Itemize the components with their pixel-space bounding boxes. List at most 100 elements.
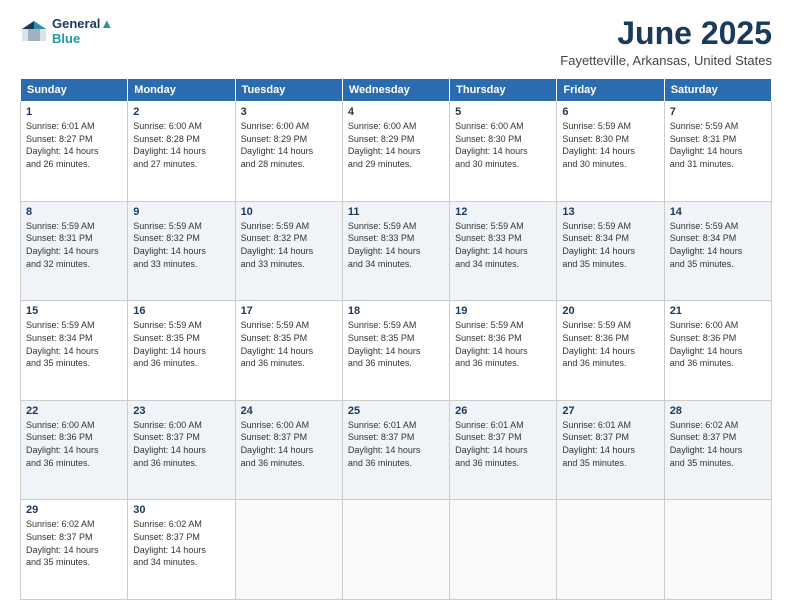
- day-info: Sunrise: 5:59 AM Sunset: 8:36 PM Dayligh…: [562, 319, 658, 369]
- calendar-cell: 21 Sunrise: 6:00 AM Sunset: 8:36 PM Dayli…: [664, 301, 771, 401]
- day-header-wednesday: Wednesday: [342, 79, 449, 102]
- calendar-cell: 13Sunrise: 5:59 AM Sunset: 8:34 PM Dayli…: [557, 201, 664, 301]
- day-number: 6: [562, 106, 658, 118]
- day-info: Sunrise: 6:00 AM Sunset: 8:29 PM Dayligh…: [348, 120, 444, 170]
- calendar-week-row: 15 Sunrise: 5:59 AM Sunset: 8:34 PM Dayli…: [21, 301, 772, 401]
- calendar-cell: 6Sunrise: 5:59 AM Sunset: 8:30 PM Daylig…: [557, 102, 664, 202]
- day-header-friday: Friday: [557, 79, 664, 102]
- day-info: Sunrise: 5:59 AM Sunset: 8:32 PM Dayligh…: [133, 220, 229, 270]
- calendar-cell: 17 Sunrise: 5:59 AM Sunset: 8:35 PM Dayli…: [235, 301, 342, 401]
- day-info: Sunrise: 6:00 AM Sunset: 8:37 PM Dayligh…: [133, 419, 229, 469]
- day-info: Sunrise: 6:01 AM Sunset: 8:27 PM Dayligh…: [26, 120, 122, 170]
- day-info: Sunrise: 5:59 AM Sunset: 8:35 PM Dayligh…: [348, 319, 444, 369]
- day-number: 11: [348, 206, 444, 218]
- calendar-cell: 5 Sunrise: 6:00 AM Sunset: 8:30 PM Daylig…: [450, 102, 557, 202]
- day-info: Sunrise: 6:00 AM Sunset: 8:30 PM Dayligh…: [455, 120, 551, 170]
- day-number: 21: [670, 305, 766, 317]
- day-number: 5: [455, 106, 551, 118]
- calendar-cell: 24 Sunrise: 6:00 AM Sunset: 8:37 PM Dayli…: [235, 400, 342, 500]
- day-number: 8: [26, 206, 122, 218]
- calendar-cell: [557, 500, 664, 600]
- header: General▲ Blue June 2025 Fayetteville, Ar…: [20, 16, 772, 68]
- day-number: 19: [455, 305, 551, 317]
- calendar-cell: 15 Sunrise: 5:59 AM Sunset: 8:34 PM Dayli…: [21, 301, 128, 401]
- day-info: Sunrise: 5:59 AM Sunset: 8:34 PM Dayligh…: [670, 220, 766, 270]
- day-header-monday: Monday: [128, 79, 235, 102]
- calendar-table: SundayMondayTuesdayWednesdayThursdayFrid…: [20, 78, 772, 600]
- day-number: 28: [670, 405, 766, 417]
- calendar-cell: 3Sunrise: 6:00 AM Sunset: 8:29 PM Daylig…: [235, 102, 342, 202]
- day-number: 30: [133, 504, 229, 516]
- day-number: 13: [562, 206, 658, 218]
- calendar-cell: 27Sunrise: 6:01 AM Sunset: 8:37 PM Dayli…: [557, 400, 664, 500]
- day-info: Sunrise: 6:00 AM Sunset: 8:36 PM Dayligh…: [670, 319, 766, 369]
- day-number: 4: [348, 106, 444, 118]
- calendar-cell: 4 Sunrise: 6:00 AM Sunset: 8:29 PM Daylig…: [342, 102, 449, 202]
- day-number: 7: [670, 106, 766, 118]
- calendar-cell: 11 Sunrise: 5:59 AM Sunset: 8:33 PM Dayli…: [342, 201, 449, 301]
- day-number: 14: [670, 206, 766, 218]
- logo-text: General▲ Blue: [52, 16, 113, 46]
- calendar-cell: 1 Sunrise: 6:01 AM Sunset: 8:27 PM Daylig…: [21, 102, 128, 202]
- day-number: 23: [133, 405, 229, 417]
- calendar-cell: [450, 500, 557, 600]
- day-header-tuesday: Tuesday: [235, 79, 342, 102]
- calendar-cell: 16Sunrise: 5:59 AM Sunset: 8:35 PM Dayli…: [128, 301, 235, 401]
- calendar-cell: 29 Sunrise: 6:02 AM Sunset: 8:37 PM Dayli…: [21, 500, 128, 600]
- day-number: 2: [133, 106, 229, 118]
- day-number: 10: [241, 206, 337, 218]
- logo-icon: [20, 19, 48, 43]
- calendar-cell: 8 Sunrise: 5:59 AM Sunset: 8:31 PM Daylig…: [21, 201, 128, 301]
- day-number: 25: [348, 405, 444, 417]
- calendar-cell: 20Sunrise: 5:59 AM Sunset: 8:36 PM Dayli…: [557, 301, 664, 401]
- day-number: 15: [26, 305, 122, 317]
- day-info: Sunrise: 6:02 AM Sunset: 8:37 PM Dayligh…: [670, 419, 766, 469]
- day-number: 12: [455, 206, 551, 218]
- day-info: Sunrise: 5:59 AM Sunset: 8:31 PM Dayligh…: [670, 120, 766, 170]
- day-number: 17: [241, 305, 337, 317]
- calendar-week-row: 29 Sunrise: 6:02 AM Sunset: 8:37 PM Dayli…: [21, 500, 772, 600]
- day-info: Sunrise: 6:01 AM Sunset: 8:37 PM Dayligh…: [455, 419, 551, 469]
- calendar-cell: [664, 500, 771, 600]
- day-info: Sunrise: 5:59 AM Sunset: 8:36 PM Dayligh…: [455, 319, 551, 369]
- day-info: Sunrise: 6:00 AM Sunset: 8:29 PM Dayligh…: [241, 120, 337, 170]
- day-number: 29: [26, 504, 122, 516]
- day-info: Sunrise: 5:59 AM Sunset: 8:33 PM Dayligh…: [455, 220, 551, 270]
- day-number: 22: [26, 405, 122, 417]
- calendar-cell: 2Sunrise: 6:00 AM Sunset: 8:28 PM Daylig…: [128, 102, 235, 202]
- day-info: Sunrise: 5:59 AM Sunset: 8:33 PM Dayligh…: [348, 220, 444, 270]
- month-title: June 2025: [560, 16, 772, 51]
- logo: General▲ Blue: [20, 16, 113, 46]
- calendar-cell: 30 Sunrise: 6:02 AM Sunset: 8:37 PM Dayli…: [128, 500, 235, 600]
- day-info: Sunrise: 6:01 AM Sunset: 8:37 PM Dayligh…: [348, 419, 444, 469]
- day-info: Sunrise: 6:00 AM Sunset: 8:37 PM Dayligh…: [241, 419, 337, 469]
- calendar-cell: 28 Sunrise: 6:02 AM Sunset: 8:37 PM Dayli…: [664, 400, 771, 500]
- calendar-week-row: 22Sunrise: 6:00 AM Sunset: 8:36 PM Dayli…: [21, 400, 772, 500]
- location: Fayetteville, Arkansas, United States: [560, 53, 772, 68]
- calendar-cell: 25 Sunrise: 6:01 AM Sunset: 8:37 PM Dayli…: [342, 400, 449, 500]
- calendar-cell: [342, 500, 449, 600]
- day-info: Sunrise: 6:02 AM Sunset: 8:37 PM Dayligh…: [133, 518, 229, 568]
- day-number: 24: [241, 405, 337, 417]
- day-info: Sunrise: 5:59 AM Sunset: 8:34 PM Dayligh…: [26, 319, 122, 369]
- title-block: June 2025 Fayetteville, Arkansas, United…: [560, 16, 772, 68]
- day-number: 1: [26, 106, 122, 118]
- calendar-cell: 10 Sunrise: 5:59 AM Sunset: 8:32 PM Dayli…: [235, 201, 342, 301]
- day-info: Sunrise: 5:59 AM Sunset: 8:32 PM Dayligh…: [241, 220, 337, 270]
- calendar-cell: 14 Sunrise: 5:59 AM Sunset: 8:34 PM Dayli…: [664, 201, 771, 301]
- calendar-cell: 12 Sunrise: 5:59 AM Sunset: 8:33 PM Dayli…: [450, 201, 557, 301]
- calendar-cell: 7 Sunrise: 5:59 AM Sunset: 8:31 PM Daylig…: [664, 102, 771, 202]
- day-info: Sunrise: 6:02 AM Sunset: 8:37 PM Dayligh…: [26, 518, 122, 568]
- calendar-cell: 9 Sunrise: 5:59 AM Sunset: 8:32 PM Daylig…: [128, 201, 235, 301]
- day-number: 26: [455, 405, 551, 417]
- day-number: 16: [133, 305, 229, 317]
- calendar-cell: 19 Sunrise: 5:59 AM Sunset: 8:36 PM Dayli…: [450, 301, 557, 401]
- calendar-week-row: 1 Sunrise: 6:01 AM Sunset: 8:27 PM Daylig…: [21, 102, 772, 202]
- calendar-cell: 18 Sunrise: 5:59 AM Sunset: 8:35 PM Dayli…: [342, 301, 449, 401]
- calendar-cell: 23 Sunrise: 6:00 AM Sunset: 8:37 PM Dayli…: [128, 400, 235, 500]
- calendar-cell: [235, 500, 342, 600]
- day-number: 18: [348, 305, 444, 317]
- day-info: Sunrise: 5:59 AM Sunset: 8:35 PM Dayligh…: [241, 319, 337, 369]
- day-number: 9: [133, 206, 229, 218]
- day-info: Sunrise: 5:59 AM Sunset: 8:31 PM Dayligh…: [26, 220, 122, 270]
